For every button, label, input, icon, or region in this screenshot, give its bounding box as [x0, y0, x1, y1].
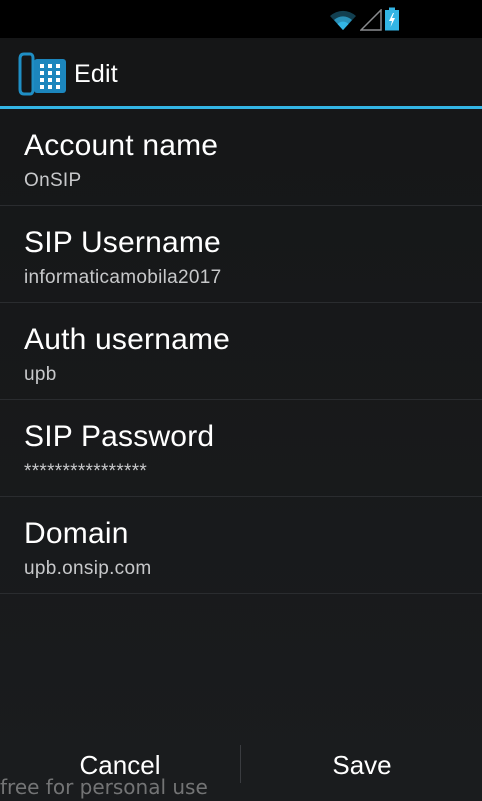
pref-title: SIP Username [24, 226, 221, 259]
save-button[interactable]: Save [242, 729, 482, 801]
action-bar: Edit [0, 38, 482, 109]
pref-auth-username[interactable]: Auth username upb [0, 303, 482, 400]
signal-icon [360, 9, 382, 31]
pref-sip-password[interactable]: SIP Password **************** [0, 400, 482, 497]
pref-title: SIP Password [24, 420, 215, 453]
pref-title: Account name [24, 129, 219, 162]
status-icons [328, 7, 400, 31]
pref-summary: upb.onsip.com [24, 558, 152, 579]
pref-account-name[interactable]: Account name OnSIP [0, 109, 482, 206]
edit-account-screen: Edit Account name OnSIP SIP Username inf… [0, 0, 482, 801]
pref-title: Auth username [24, 323, 231, 356]
pref-summary: OnSIP [24, 170, 82, 191]
preference-list: Account name OnSIP SIP Username informat… [0, 109, 482, 594]
pref-domain[interactable]: Domain upb.onsip.com [0, 497, 482, 594]
phone-keypad-icon[interactable] [18, 51, 70, 97]
battery-charging-icon [384, 7, 400, 31]
pref-sip-username[interactable]: SIP Username informaticamobila2017 [0, 206, 482, 303]
button-divider [240, 745, 241, 783]
cancel-button[interactable]: Cancel [0, 729, 240, 801]
pref-summary: informaticamobila2017 [24, 267, 222, 288]
status-bar [0, 0, 482, 38]
pref-summary: **************** [24, 461, 148, 482]
wifi-icon [328, 9, 358, 31]
page-title: Edit [74, 60, 118, 88]
pref-summary: upb [24, 364, 57, 385]
pref-title: Domain [24, 517, 129, 550]
button-bar: Cancel Save [0, 729, 482, 801]
